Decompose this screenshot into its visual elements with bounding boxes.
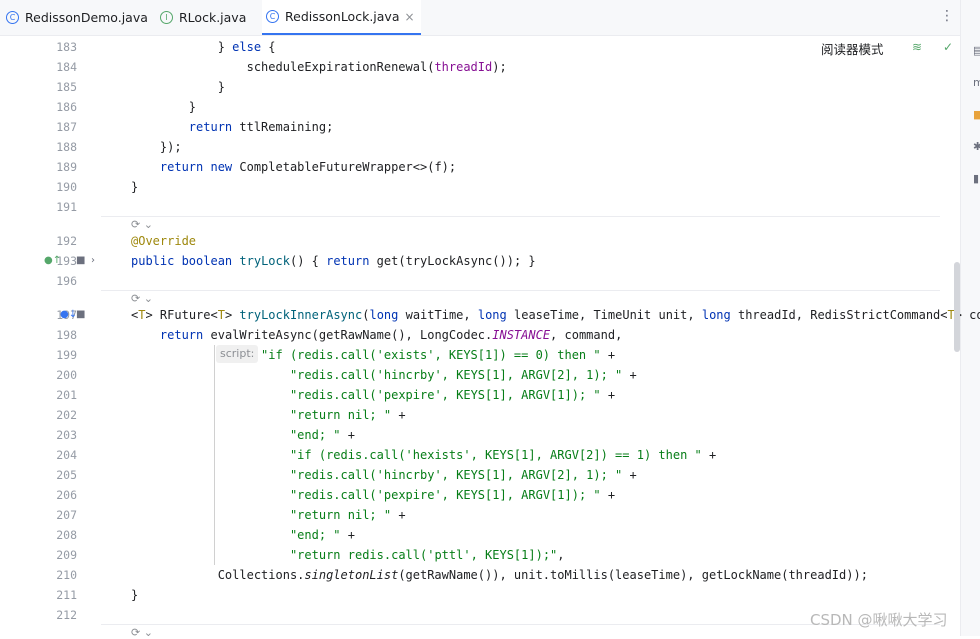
check-icon[interactable]: ✓ [943,40,953,54]
line-number: 189 [56,160,77,174]
code-line[interactable]: scheduleExpirationRenewal(threadId); [131,57,507,77]
tab-redissonlock[interactable]: C RedissonLock.java × [262,0,421,35]
line-number: 183 [56,40,77,54]
script-param-hint: script: [216,345,259,363]
implementation-icon[interactable]: ●↓ [60,309,77,320]
code-line[interactable]: } [131,77,225,97]
class-icon: C [266,10,279,23]
line-number: 211 [56,588,77,602]
watermark: CSDN @啾啾大学习 [810,611,948,629]
bookmark-icon[interactable]: ■ [76,309,85,320]
line-number: 201 [56,388,77,402]
code-line[interactable]: "return nil; " + [131,505,406,525]
code-line[interactable]: return evalWriteAsync(getRawName(), Long… [131,325,622,345]
tab-label: RedissonLock.java [285,9,400,24]
code-editor[interactable]: 183 } else { 184 scheduleExpirationRenewa… [56,36,980,636]
line-number: 186 [56,100,77,114]
code-line[interactable]: <T> RFuture<T> tryLockInnerAsync(long wa… [131,305,980,325]
tab-label: RedissonDemo.java [25,10,148,25]
line-number: 207 [56,508,77,522]
line-number: 187 [56,120,77,134]
line-number: 209 [56,548,77,562]
code-line[interactable]: }); [131,137,182,157]
editor-tab-bar: C RedissonDemo.java I RLock.java C Redis… [0,0,960,36]
indent-guide [214,345,215,565]
method-separator [101,290,940,291]
git-icon[interactable]: ✱ [973,140,980,153]
line-number: 188 [56,140,77,154]
class-icon: C [6,11,19,24]
code-line[interactable]: "redis.call('hincrby', KEYS[1], ARGV[2],… [131,365,637,385]
line-number: 208 [56,528,77,542]
code-line[interactable]: "return nil; " + [131,405,406,425]
code-line[interactable]: return new CompletableFutureWrapper<>(f)… [131,157,456,177]
fold-icon[interactable]: › [91,255,95,266]
bookmark-icon[interactable]: ■ [76,255,85,266]
line-number: 210 [56,568,77,582]
tab-label: RLock.java [179,10,247,25]
line-number: 190 [56,180,77,194]
tool-icon[interactable]: m [973,76,980,89]
ai-hint-icon[interactable]: ⟳ ⌄ [131,292,153,305]
code-line[interactable]: @Override [131,231,196,251]
database-icon[interactable]: ▤ [973,44,980,57]
interface-icon: I [160,11,173,24]
folder-icon[interactable]: ■ [973,108,980,121]
line-number: 202 [56,408,77,422]
code-line[interactable]: "redis.call('hincrby', KEYS[1], ARGV[2],… [131,465,637,485]
line-number: 200 [56,368,77,382]
code-line[interactable]: "end; " + [131,525,355,545]
code-line[interactable]: } [131,585,138,605]
line-number: 185 [56,80,77,94]
code-line[interactable]: } [131,177,138,197]
line-number: 192 [56,234,77,248]
line-number: 205 [56,468,77,482]
ai-hint-icon[interactable]: ⟳ ⌄ [131,218,153,231]
line-number: 184 [56,60,77,74]
code-line[interactable]: Collections.singletonList(getRawName()),… [131,565,868,585]
method-separator [101,216,940,217]
tab-rlock[interactable]: I RLock.java [160,0,246,35]
line-number: 212 [56,608,77,622]
code-line[interactable]: public boolean tryLock() { return get(tr… [131,251,536,271]
terminal-icon[interactable]: ▮ [973,172,980,185]
line-number: 191 [56,200,77,214]
code-line[interactable]: } [131,97,196,117]
line-number: 204 [56,448,77,462]
code-line[interactable]: "end; " + [131,425,355,445]
line-number: 203 [56,428,77,442]
code-line[interactable]: } else { [131,37,276,57]
code-line[interactable]: "return redis.call('pttl', KEYS[1]);", [131,545,565,565]
code-line[interactable]: "if (redis.call('exists', KEYS[1]) == 0)… [131,345,615,365]
code-line[interactable]: return ttlRemaining; [131,117,334,137]
code-line[interactable]: "if (redis.call('hexists', KEYS[1], ARGV… [131,445,716,465]
code-line[interactable]: "redis.call('pexpire', KEYS[1], ARGV[1])… [131,485,615,505]
override-icon[interactable]: ●↑ [44,255,61,266]
code-line[interactable]: "redis.call('pexpire', KEYS[1], ARGV[1])… [131,385,615,405]
line-number: 198 [56,328,77,342]
tab-redissondemo[interactable]: C RedissonDemo.java [6,0,148,35]
close-icon[interactable]: × [404,10,414,24]
line-number: 206 [56,488,77,502]
line-number: 196 [56,274,77,288]
ai-hint-icon[interactable]: ⟳ ⌄ [131,626,153,639]
line-number: 199 [56,348,77,362]
more-options-icon[interactable]: ⋮ [940,8,954,24]
vertical-scrollbar[interactable] [954,262,960,352]
